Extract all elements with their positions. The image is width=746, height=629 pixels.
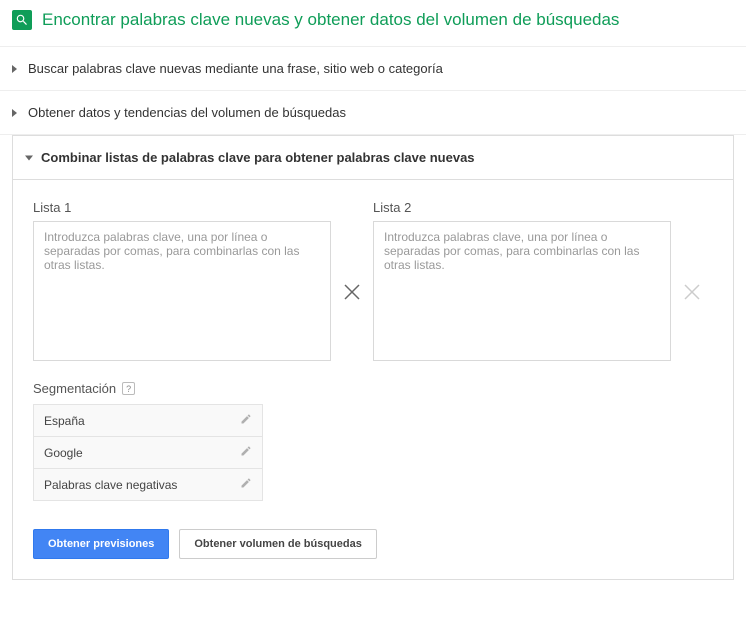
- accordion-label: Buscar palabras clave nuevas mediante un…: [28, 61, 443, 76]
- get-forecasts-button[interactable]: Obtener previsiones: [33, 529, 169, 559]
- accordion-label: Obtener datos y tendencias del volumen d…: [28, 105, 346, 120]
- segmentation-title-row: Segmentación ?: [33, 381, 713, 396]
- pencil-icon: [240, 477, 252, 492]
- accordion-item-2: Obtener datos y tendencias del volumen d…: [0, 90, 746, 134]
- page-title: Encontrar palabras clave nuevas y obtene…: [42, 10, 619, 30]
- segmentation-title: Segmentación: [33, 381, 116, 396]
- list-1-label: Lista 1: [33, 200, 331, 215]
- segmentation-row-label: Google: [44, 446, 83, 460]
- list-2-column: Lista 2: [373, 200, 671, 361]
- segmentation-row-label: España: [44, 414, 85, 428]
- accordion-label: Combinar listas de palabras clave para o…: [41, 150, 475, 165]
- search-icon: [12, 10, 32, 30]
- list-2-label: Lista 2: [373, 200, 671, 215]
- chevron-right-icon: [12, 109, 17, 117]
- button-row: Obtener previsiones Obtener volumen de b…: [33, 529, 713, 559]
- page-header: Encontrar palabras clave nuevas y obtene…: [0, 0, 746, 46]
- accordion-content-combine: Lista 1 Lista 2 Segmentación ? España: [12, 179, 734, 580]
- accordion-item-1: Buscar palabras clave nuevas mediante un…: [0, 46, 746, 90]
- list-1-column: Lista 1: [33, 200, 331, 361]
- segmentation-section: Segmentación ? España Google Palabras cl…: [33, 381, 713, 501]
- keyword-lists-row: Lista 1 Lista 2: [33, 200, 713, 361]
- chevron-down-icon: [25, 155, 33, 160]
- multiply-icon: [331, 222, 373, 361]
- segmentation-row-location[interactable]: España: [34, 405, 262, 437]
- multiply-icon-add[interactable]: [671, 222, 713, 361]
- accordion-header-combine[interactable]: Combinar listas de palabras clave para o…: [12, 135, 734, 179]
- segmentation-list: España Google Palabras clave negativas: [33, 404, 263, 501]
- list-1-textarea[interactable]: [33, 221, 331, 361]
- accordion-header-volume[interactable]: Obtener datos y tendencias del volumen d…: [0, 91, 746, 134]
- list-2-textarea[interactable]: [373, 221, 671, 361]
- accordion-item-3: Combinar listas de palabras clave para o…: [0, 134, 746, 580]
- help-icon[interactable]: ?: [122, 382, 135, 395]
- segmentation-row-negative[interactable]: Palabras clave negativas: [34, 469, 262, 500]
- chevron-right-icon: [12, 65, 17, 73]
- get-search-volume-button[interactable]: Obtener volumen de búsquedas: [179, 529, 376, 559]
- segmentation-row-label: Palabras clave negativas: [44, 478, 177, 492]
- pencil-icon: [240, 445, 252, 460]
- pencil-icon: [240, 413, 252, 428]
- accordion-header-phrase[interactable]: Buscar palabras clave nuevas mediante un…: [0, 47, 746, 90]
- segmentation-row-network[interactable]: Google: [34, 437, 262, 469]
